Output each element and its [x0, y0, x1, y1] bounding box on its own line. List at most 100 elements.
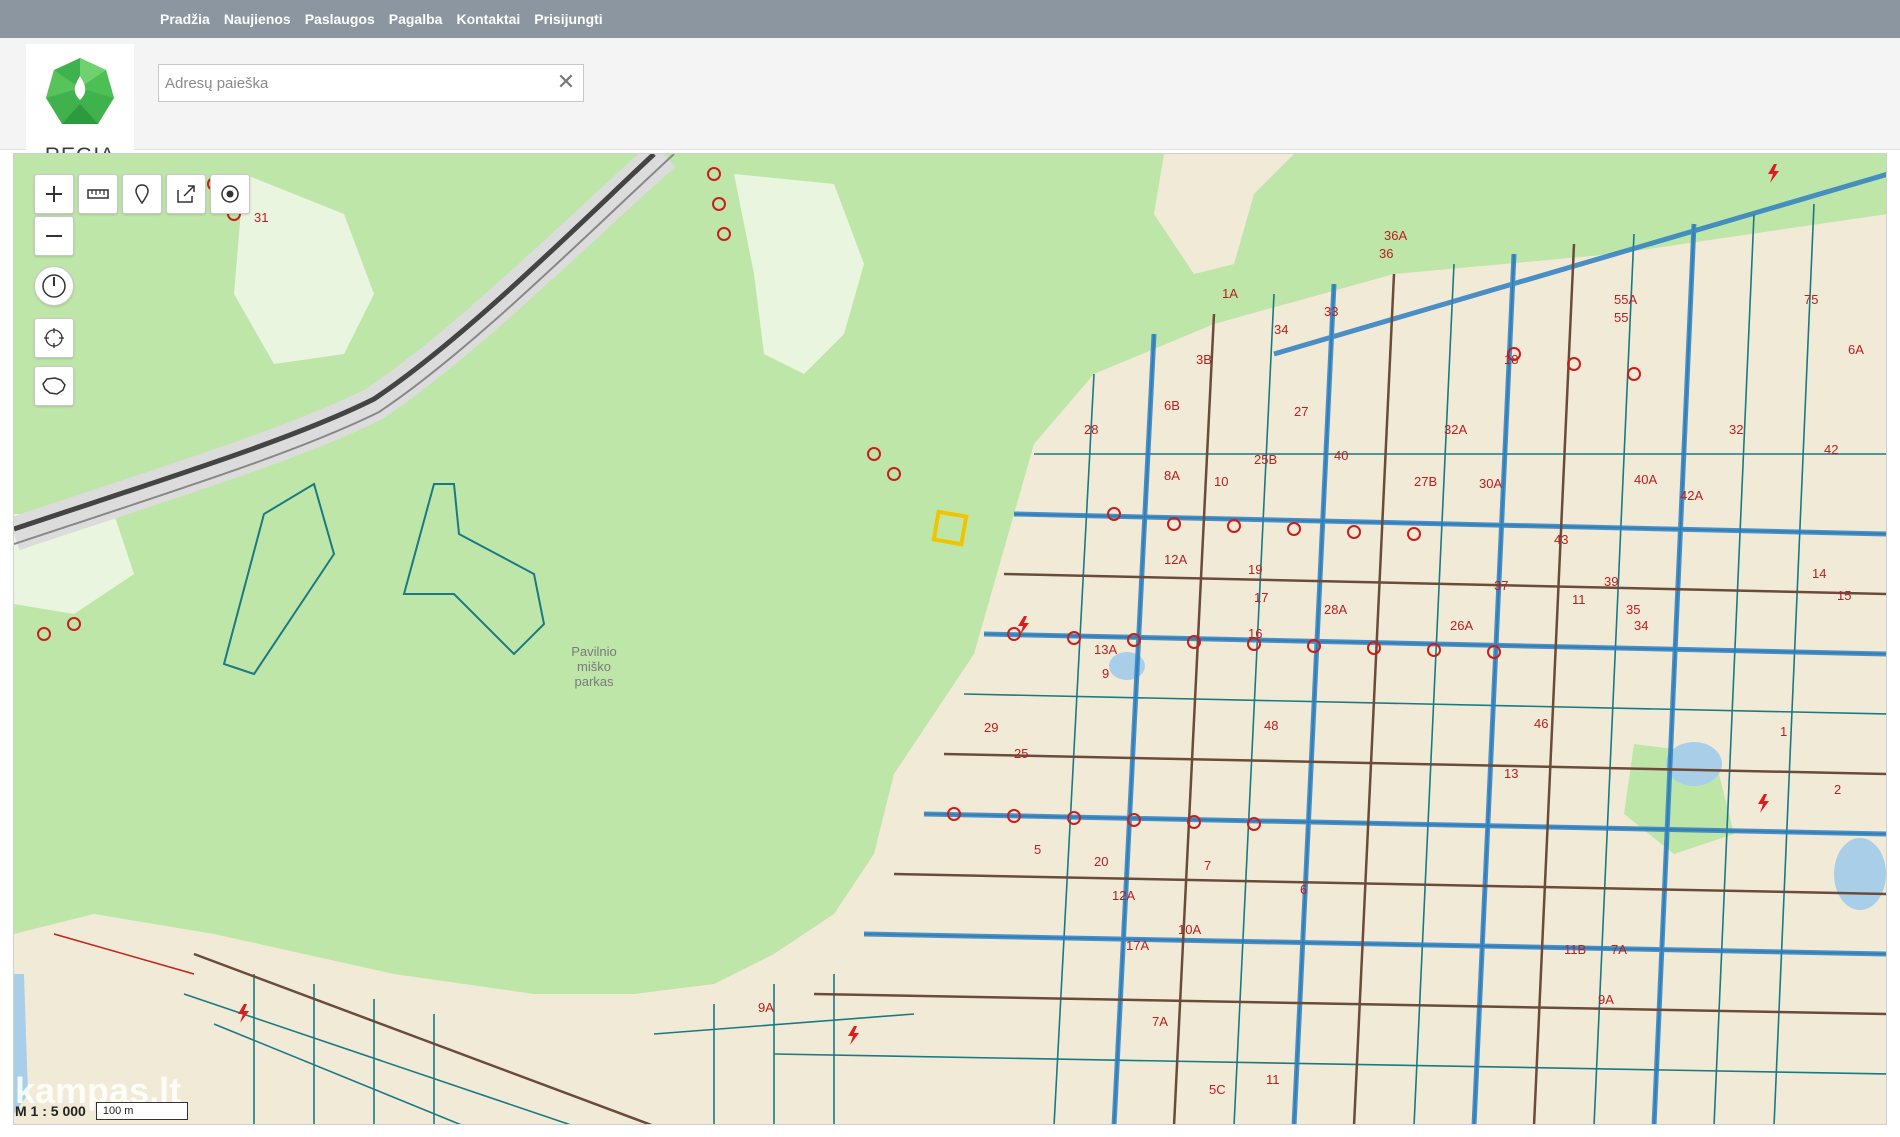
svg-text:5C: 5C: [1209, 1082, 1226, 1097]
svg-text:2: 2: [1834, 782, 1841, 797]
ruler-icon: [87, 189, 109, 199]
locate-button[interactable]: [210, 174, 250, 214]
svg-text:27B: 27B: [1414, 474, 1437, 489]
svg-text:12A: 12A: [1164, 552, 1187, 567]
svg-text:11: 11: [1572, 592, 1586, 607]
svg-text:43: 43: [1554, 532, 1568, 547]
svg-text:6B: 6B: [1164, 398, 1180, 413]
crosshair-icon: [44, 328, 64, 348]
plus-icon: [46, 186, 62, 202]
svg-text:19: 19: [1248, 562, 1262, 577]
svg-text:1: 1: [1780, 724, 1787, 739]
svg-text:6A: 6A: [1848, 342, 1864, 357]
nav-services[interactable]: Paslaugos: [305, 11, 375, 27]
svg-text:25B: 25B: [1254, 452, 1277, 467]
top-bar: Pradžia Naujienos Paslaugos Pagalba Kont…: [0, 0, 1900, 38]
regia-logo-icon: [46, 58, 114, 124]
svg-text:39: 39: [1604, 574, 1618, 589]
nav-news[interactable]: Naujienos: [224, 11, 291, 27]
minus-icon: [46, 235, 62, 237]
target-icon: [221, 185, 239, 203]
scale-bar: M 1 : 5 000 100 m: [15, 1100, 188, 1122]
svg-text:34: 34: [1274, 322, 1288, 337]
marker-button[interactable]: [122, 174, 162, 214]
svg-text:7: 7: [1204, 858, 1211, 873]
svg-text:33: 33: [1324, 304, 1338, 319]
svg-text:36A: 36A: [1384, 228, 1407, 243]
svg-text:9A: 9A: [758, 1000, 774, 1015]
svg-text:16: 16: [1248, 626, 1262, 641]
svg-text:15: 15: [1837, 588, 1851, 603]
svg-text:42A: 42A: [1680, 488, 1703, 503]
svg-text:42: 42: [1824, 442, 1838, 457]
svg-text:48: 48: [1264, 718, 1278, 733]
svg-text:28: 28: [1084, 422, 1098, 437]
nav-help[interactable]: Pagalba: [389, 11, 443, 27]
svg-text:29: 29: [984, 720, 998, 735]
svg-text:20: 20: [1094, 854, 1108, 869]
svg-text:7A: 7A: [1152, 1014, 1168, 1029]
svg-text:32: 32: [1729, 422, 1743, 437]
svg-text:11: 11: [1266, 1072, 1280, 1087]
svg-text:10: 10: [1214, 474, 1228, 489]
lithuania-outline-icon: [42, 377, 66, 395]
svg-text:12A: 12A: [1112, 888, 1135, 903]
svg-text:55: 55: [1614, 310, 1628, 325]
house-number: 31: [254, 210, 268, 225]
svg-text:30A: 30A: [1479, 476, 1502, 491]
zoom-out-button[interactable]: [34, 216, 74, 256]
svg-text:35: 35: [1626, 602, 1640, 617]
center-button[interactable]: [34, 318, 74, 358]
svg-text:40: 40: [1334, 448, 1348, 463]
svg-text:25: 25: [1014, 746, 1028, 761]
main-nav: Pradžia Naujienos Paslaugos Pagalba Kont…: [160, 0, 603, 38]
svg-text:13: 13: [1504, 766, 1518, 781]
close-icon[interactable]: ✕: [555, 71, 577, 93]
scale-distance: 100 m: [95, 1102, 188, 1120]
svg-text:36: 36: [1379, 246, 1393, 261]
svg-text:27: 27: [1294, 404, 1308, 419]
svg-text:34: 34: [1634, 618, 1648, 633]
svg-text:9: 9: [1102, 666, 1109, 681]
address-search: ✕: [158, 64, 584, 102]
svg-text:13A: 13A: [1094, 642, 1117, 657]
svg-text:40A: 40A: [1634, 472, 1657, 487]
zoom-in-button[interactable]: [34, 174, 74, 214]
svg-text:6: 6: [1300, 882, 1307, 897]
svg-text:26A: 26A: [1450, 618, 1473, 633]
compass-icon: [42, 274, 66, 298]
svg-text:28A: 28A: [1324, 602, 1347, 617]
map-pin-icon: [135, 184, 149, 205]
svg-text:7A: 7A: [1611, 942, 1627, 957]
svg-text:37: 37: [1494, 578, 1508, 593]
svg-text:1A: 1A: [1222, 286, 1238, 301]
svg-text:3B: 3B: [1196, 352, 1212, 367]
share-button[interactable]: [166, 174, 206, 214]
map-layer: 31 36A 36 1A 34 33 55A 55 6A 75 3B 18 6B…: [14, 154, 1886, 1124]
svg-text:17A: 17A: [1126, 938, 1149, 953]
svg-text:14: 14: [1812, 566, 1826, 581]
svg-text:17: 17: [1254, 590, 1268, 605]
compass-button[interactable]: [34, 266, 74, 306]
svg-text:75: 75: [1804, 292, 1818, 307]
svg-text:55A: 55A: [1614, 292, 1637, 307]
svg-text:11B: 11B: [1564, 942, 1586, 957]
header: REGIA ✕: [0, 38, 1900, 180]
search-input[interactable]: [159, 65, 549, 101]
nav-home[interactable]: Pradžia: [160, 11, 210, 27]
svg-text:9A: 9A: [1598, 992, 1614, 1007]
svg-text:18: 18: [1504, 352, 1518, 367]
svg-text:32A: 32A: [1444, 422, 1467, 437]
svg-text:10A: 10A: [1178, 922, 1201, 937]
map-canvas[interactable]: 31 36A 36 1A 34 33 55A 55 6A 75 3B 18 6B…: [13, 153, 1887, 1125]
svg-text:8A: 8A: [1164, 468, 1180, 483]
scale-ratio: M 1 : 5 000: [15, 1103, 86, 1119]
nav-contacts[interactable]: Kontaktai: [456, 11, 520, 27]
svg-text:5: 5: [1034, 842, 1041, 857]
svg-text:46: 46: [1534, 716, 1548, 731]
nav-login[interactable]: Prisijungti: [534, 11, 602, 27]
measure-button[interactable]: [78, 174, 118, 214]
share-icon: [177, 185, 195, 203]
country-extent-button[interactable]: [34, 366, 74, 406]
park-label: Pavilnio miško parkas: [571, 644, 617, 689]
